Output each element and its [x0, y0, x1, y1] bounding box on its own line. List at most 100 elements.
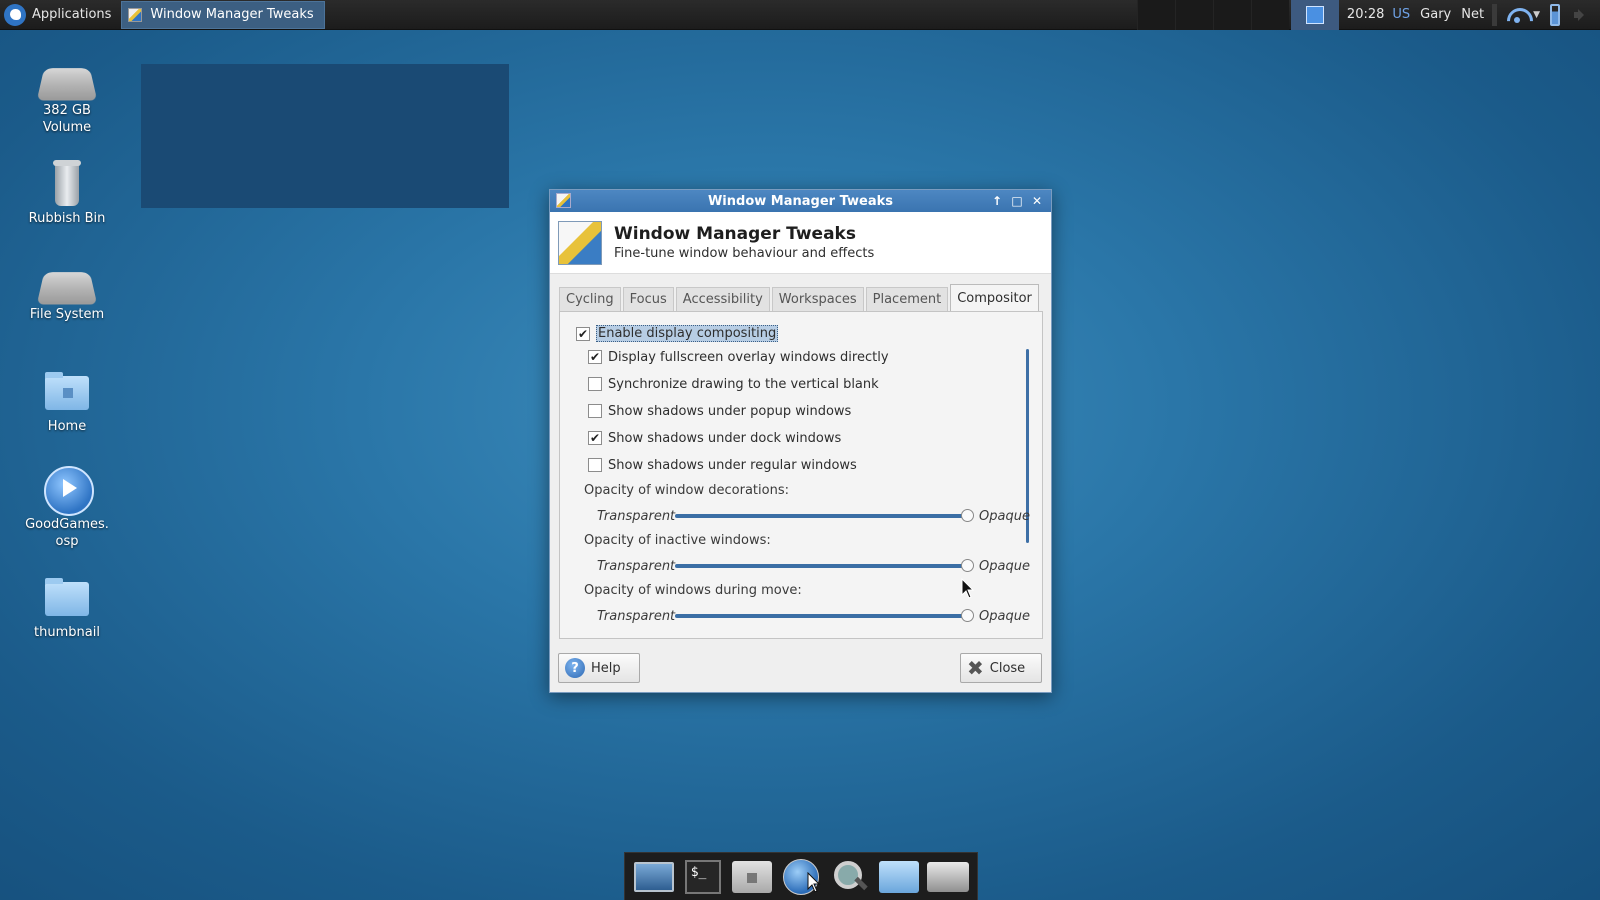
close-window-icon[interactable]: ✕	[1029, 192, 1045, 210]
desktop-icon-volume[interactable]: 382 GB Volume	[16, 58, 118, 136]
dock-file-manager[interactable]	[877, 857, 921, 897]
dialog-titlebar[interactable]: Window Manager Tweaks ↑ □ ✕	[550, 190, 1051, 212]
option-label[interactable]: Show shadows under regular windows	[608, 458, 857, 473]
desktop-icon-label: Rubbish Bin	[28, 211, 106, 226]
dock-drive[interactable]	[926, 857, 970, 897]
desktop-icon-thumbnail[interactable]: thumbnail	[16, 572, 118, 641]
desktop-icon-label: GoodGames.	[25, 517, 109, 532]
tab-cycling[interactable]: Cycling	[559, 287, 621, 311]
option-label[interactable]: Show shadows under popup windows	[608, 404, 851, 419]
dock-search[interactable]	[828, 857, 872, 897]
tab-focus[interactable]: Focus	[622, 287, 674, 311]
slider-track[interactable]	[675, 514, 967, 518]
clock[interactable]: 20:28	[1347, 7, 1384, 22]
chevron-down-icon[interactable]: ▼	[1533, 10, 1540, 20]
dock-terminal[interactable]: $_	[681, 857, 725, 897]
top-panel: Applications Window Manager Tweaks 20:28…	[0, 0, 1600, 30]
enable-compositing-label[interactable]: Enable display compositing	[596, 325, 779, 342]
opacity-move-label: Opacity of windows during move:	[584, 582, 802, 598]
tab-compositor[interactable]: Compositor	[950, 284, 1039, 312]
enable-compositing-checkbox[interactable]: ✔	[576, 326, 590, 341]
slider-min-label: Transparent	[597, 508, 676, 524]
compositor-panel: ✔ Enable display compositing ✔ Display f…	[559, 311, 1043, 639]
desktop-icon-label: Volume	[42, 120, 92, 135]
battery-icon[interactable]	[1550, 3, 1560, 26]
slider-handle[interactable]	[961, 609, 974, 622]
option-shadows-popup[interactable]: Show shadows under popup windows	[588, 402, 851, 420]
slider-max-label: Opaque	[979, 608, 1030, 624]
help-icon: ?	[565, 658, 585, 678]
maximize-window-icon[interactable]: □	[1009, 192, 1025, 210]
option-checkbox[interactable]	[588, 458, 602, 472]
desktop-icon-rubbish-bin[interactable]: Rubbish Bin	[16, 158, 118, 227]
desktop-icon-file-system[interactable]: File System	[16, 262, 118, 323]
opacity-decorations-label: Opacity of window decorations:	[584, 482, 789, 498]
dialog-header: Window Manager Tweaks Fine-tune window b…	[550, 212, 1051, 274]
home-icon	[731, 860, 772, 893]
option-shadows-dock[interactable]: ✔ Show shadows under dock windows	[588, 429, 841, 447]
option-checkbox[interactable]	[588, 404, 602, 418]
option-label[interactable]: Synchronize drawing to the vertical blan…	[608, 377, 879, 392]
drive-icon	[36, 68, 98, 101]
workspace-indicator-icon[interactable]	[1290, 0, 1339, 30]
applications-menu-button[interactable]: Applications	[0, 0, 119, 30]
close-label: Close	[989, 660, 1026, 676]
keyboard-layout[interactable]: US	[1392, 7, 1410, 22]
window-manager-tweaks-icon	[558, 220, 602, 265]
tab-bar: Cycling Focus Accessibility Workspaces P…	[559, 283, 1041, 312]
desktop-icon-home[interactable]: Home	[16, 366, 118, 435]
close-button[interactable]: ✖ Close	[960, 653, 1042, 683]
slider-track[interactable]	[675, 564, 967, 568]
xfce-mouse-icon	[4, 3, 26, 26]
slider-max-label: Opaque	[979, 558, 1030, 574]
shade-window-icon[interactable]: ↑	[989, 192, 1005, 210]
user-menu[interactable]: Gary	[1420, 7, 1451, 22]
window-title: Window Manager Tweaks	[707, 193, 894, 209]
slider-handle[interactable]	[961, 559, 974, 572]
network-label[interactable]: Net	[1461, 7, 1484, 22]
enable-compositing-row[interactable]: ✔ Enable display compositing	[576, 325, 779, 342]
compositor-options-scroll[interactable]: ✔ Display fullscreen overlay windows dir…	[560, 346, 1042, 638]
help-label: Help	[591, 660, 621, 676]
slider-handle[interactable]	[961, 509, 974, 522]
opacity-inactive-slider[interactable]: Transparent Opaque	[597, 557, 1037, 575]
window-manager-tweaks-dialog: Window Manager Tweaks ↑ □ ✕ Window Manag…	[549, 189, 1052, 693]
slider-max-label: Opaque	[979, 508, 1030, 524]
taskbar-label: Window Manager Tweaks	[150, 7, 314, 22]
opacity-inactive-label: Opacity of inactive windows:	[584, 532, 771, 548]
folder-icon	[41, 572, 93, 622]
dialog-title: Window Manager Tweaks	[614, 224, 856, 244]
desktop-icon-label: osp	[55, 534, 79, 549]
dock-show-desktop[interactable]	[632, 857, 676, 897]
taskbar-window-manager-tweaks[interactable]: Window Manager Tweaks	[121, 0, 325, 29]
slider-track[interactable]	[675, 614, 967, 618]
wifi-icon[interactable]	[1505, 6, 1529, 24]
applications-label: Applications	[32, 7, 112, 22]
tab-workspaces[interactable]: Workspaces	[771, 287, 864, 311]
option-fullscreen-overlay[interactable]: ✔ Display fullscreen overlay windows dir…	[588, 348, 889, 366]
opacity-move-slider[interactable]: Transparent Opaque	[597, 607, 1037, 625]
option-sync-vblank[interactable]: Synchronize drawing to the vertical blan…	[588, 375, 879, 393]
dock-home[interactable]	[730, 857, 774, 897]
tab-accessibility[interactable]: Accessibility	[675, 287, 770, 311]
window-menu-icon[interactable]	[556, 193, 571, 208]
opacity-decorations-slider[interactable]: Transparent Opaque	[597, 507, 1037, 525]
workspace-pager[interactable]	[1136, 0, 1289, 30]
tray-separator	[1492, 3, 1498, 26]
help-button[interactable]: ? Help	[558, 653, 640, 683]
volume-icon[interactable]	[1572, 8, 1588, 22]
desktop-icon-label: File System	[29, 307, 105, 322]
tab-placement[interactable]: Placement	[865, 287, 949, 311]
option-checkbox[interactable]: ✔	[588, 431, 602, 445]
option-checkbox[interactable]	[588, 377, 602, 391]
desktop-icon	[633, 861, 674, 892]
option-shadows-regular[interactable]: Show shadows under regular windows	[588, 456, 857, 474]
dock-web-browser[interactable]	[779, 857, 823, 897]
desktop-icon-goodgames[interactable]: GoodGames. osp	[16, 464, 118, 550]
drive-icon	[36, 272, 98, 305]
media-play-icon	[41, 464, 94, 516]
option-checkbox[interactable]: ✔	[588, 350, 602, 364]
option-label[interactable]: Display fullscreen overlay windows direc…	[608, 350, 889, 365]
desktop-icon-label: thumbnail	[34, 625, 100, 640]
option-label[interactable]: Show shadows under dock windows	[608, 431, 841, 446]
